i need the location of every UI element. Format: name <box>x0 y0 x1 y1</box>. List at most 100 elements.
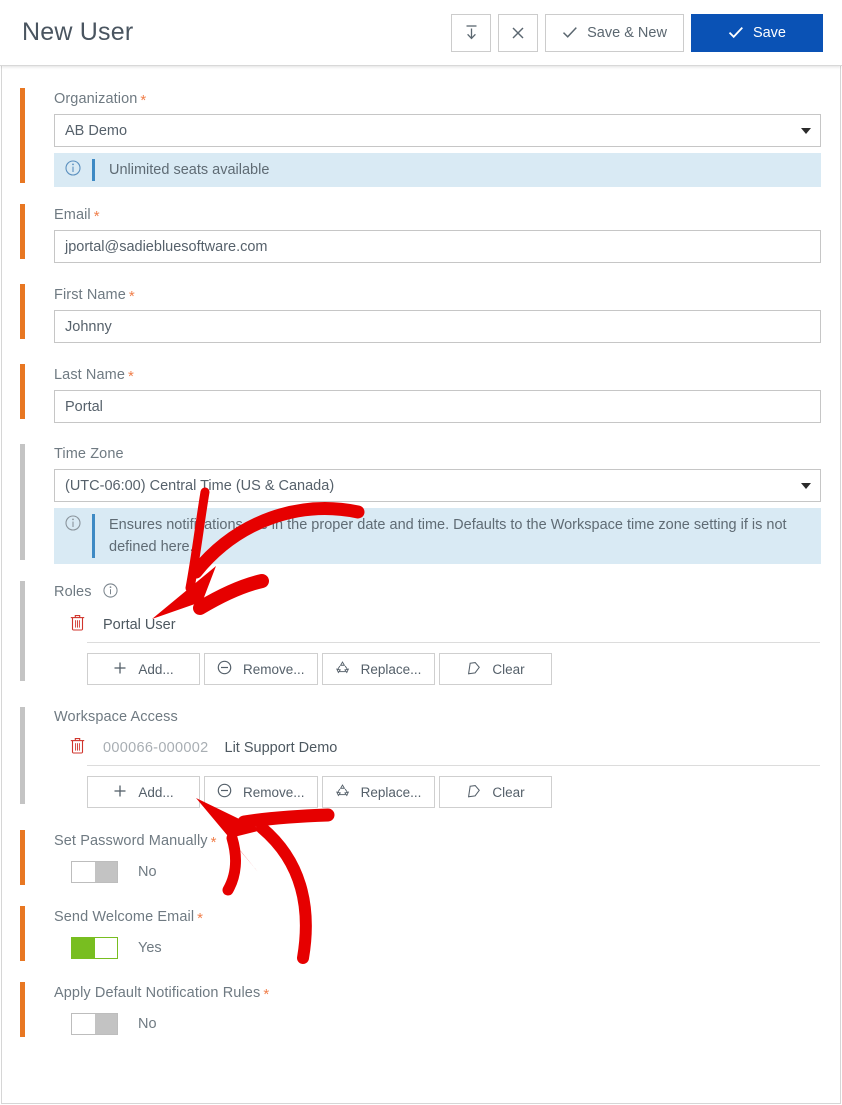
workspace-access-label: Workspace Access <box>54 709 178 725</box>
delete-icon[interactable] <box>70 614 85 635</box>
workspace-remove-button[interactable]: Remove... <box>204 776 318 808</box>
set-password-manually-label: Set Password Manually * <box>54 833 217 851</box>
organization-info-banner: Unlimited seats available <box>54 153 821 187</box>
email-value: jportal@sadiebluesoftware.com <box>65 238 268 255</box>
field-time-zone: Time Zone (UTC-06:00) Central Time (US &… <box>20 440 821 564</box>
email-label: Email * <box>54 207 100 225</box>
time-zone-info-text: Ensures notifications are in the proper … <box>109 517 787 555</box>
table-row[interactable]: Portal User <box>54 609 821 642</box>
download-bar-icon <box>464 24 479 41</box>
page-title: New User <box>22 18 134 46</box>
close-button[interactable] <box>498 13 539 52</box>
roles-clear-label: Clear <box>492 661 525 677</box>
required-asterisk: * <box>263 986 270 1003</box>
required-accent-bar <box>20 88 25 183</box>
roles-add-label: Add... <box>138 661 174 677</box>
check-icon <box>562 26 578 39</box>
required-asterisk: * <box>128 368 134 385</box>
save-button[interactable]: Save <box>690 13 823 52</box>
chevron-down-icon <box>801 127 811 134</box>
workspace-code: 000066-000002 <box>103 739 209 756</box>
required-accent-bar <box>20 204 25 259</box>
apply-default-notification-rules-label: Apply Default Notification Rules * <box>54 985 270 1003</box>
set-password-manually-toggle[interactable] <box>71 861 118 883</box>
workspace-clear-button[interactable]: Clear <box>438 776 552 808</box>
check-icon <box>728 26 744 39</box>
save-label: Save <box>752 24 786 41</box>
required-accent-bar <box>20 982 25 1037</box>
table-row[interactable]: 000066-000002 Lit Support Demo <box>54 732 821 765</box>
workspace-remove-label: Remove... <box>243 784 305 800</box>
chevron-down-icon <box>801 482 811 489</box>
eraser-icon <box>465 661 481 678</box>
roles-actions: Add... Remove... Replace... Clear <box>87 653 821 685</box>
field-workspace-access: Workspace Access 000066-000002 Lit Suppo… <box>20 703 821 808</box>
divider <box>87 765 820 766</box>
required-asterisk: * <box>197 910 204 927</box>
last-name-input[interactable]: Portal <box>54 390 821 423</box>
required-asterisk: * <box>210 834 217 851</box>
field-set-password-manually: Set Password Manually * No <box>20 826 821 889</box>
required-asterisk: * <box>140 92 147 109</box>
organization-value: AB Demo <box>65 122 128 139</box>
optional-accent-bar <box>20 581 25 681</box>
roles-replace-button[interactable]: Replace... <box>321 653 435 685</box>
required-asterisk: * <box>128 288 135 305</box>
field-email: Email * jportal@sadiebluesoftware.com <box>20 200 821 263</box>
set-password-manually-state: No <box>138 864 157 880</box>
roles-add-button[interactable]: Add... <box>87 653 200 685</box>
send-welcome-email-label: Send Welcome Email * <box>54 909 204 927</box>
last-name-label: Last Name * <box>54 367 134 385</box>
save-and-new-label: Save & New <box>587 24 667 41</box>
save-and-new-button[interactable]: Save & New <box>545 13 684 52</box>
window-header: New User Save & New Save <box>0 0 842 66</box>
roles-remove-button[interactable]: Remove... <box>204 653 318 685</box>
workspace-replace-button[interactable]: Replace... <box>321 776 435 808</box>
recycle-icon <box>335 783 350 801</box>
field-roles: Roles Portal User Add... Remove... Repla… <box>20 577 821 685</box>
minus-circle-icon <box>217 660 232 678</box>
close-icon <box>511 26 525 40</box>
divider <box>87 642 820 643</box>
field-apply-default-notification-rules: Apply Default Notification Rules * No <box>20 978 821 1041</box>
new-user-form-window: New User Save & New Save Organization * … <box>0 0 842 1105</box>
workspace-add-label: Add... <box>138 784 174 800</box>
header-actions: Save & New Save <box>451 13 823 52</box>
required-asterisk: * <box>93 208 100 225</box>
apply-default-notification-rules-toggle[interactable] <box>71 1013 118 1035</box>
required-accent-bar <box>20 364 25 419</box>
eraser-icon <box>465 784 481 801</box>
recycle-icon <box>335 660 350 678</box>
optional-accent-bar <box>20 707 25 804</box>
organization-select[interactable]: AB Demo <box>54 114 821 147</box>
roles-replace-label: Replace... <box>360 661 422 677</box>
first-name-input[interactable]: Johnny <box>54 310 821 343</box>
required-accent-bar <box>20 284 25 339</box>
workspace-name: Lit Support Demo <box>224 739 338 756</box>
field-first-name: First Name * Johnny <box>20 280 821 343</box>
workspace-add-button[interactable]: Add... <box>87 776 200 808</box>
send-welcome-email-toggle[interactable] <box>71 937 118 959</box>
optional-accent-bar <box>20 444 25 560</box>
first-name-label: First Name * <box>54 287 135 305</box>
info-icon <box>54 159 92 176</box>
roles-label: Roles <box>37 577 821 609</box>
organization-info-text: Unlimited seats available <box>109 162 270 178</box>
delete-icon[interactable] <box>70 737 85 758</box>
organization-label: Organization * <box>54 91 147 109</box>
field-last-name: Last Name * Portal <box>20 360 821 423</box>
field-send-welcome-email: Send Welcome Email * Yes <box>20 902 821 965</box>
email-input[interactable]: jportal@sadiebluesoftware.com <box>54 230 821 263</box>
roles-clear-button[interactable]: Clear <box>438 653 552 685</box>
time-zone-label: Time Zone <box>54 446 124 462</box>
workspace-clear-label: Clear <box>492 784 525 800</box>
send-welcome-email-state: Yes <box>138 940 162 956</box>
plus-icon <box>113 784 127 801</box>
time-zone-info-banner: Ensures notifications are in the proper … <box>54 508 821 564</box>
collapse-button[interactable] <box>451 13 492 52</box>
roles-remove-label: Remove... <box>243 661 305 677</box>
time-zone-select[interactable]: (UTC-06:00) Central Time (US & Canada) <box>54 469 821 502</box>
first-name-value: Johnny <box>65 318 112 335</box>
info-icon[interactable] <box>103 583 118 602</box>
info-icon <box>54 514 92 531</box>
